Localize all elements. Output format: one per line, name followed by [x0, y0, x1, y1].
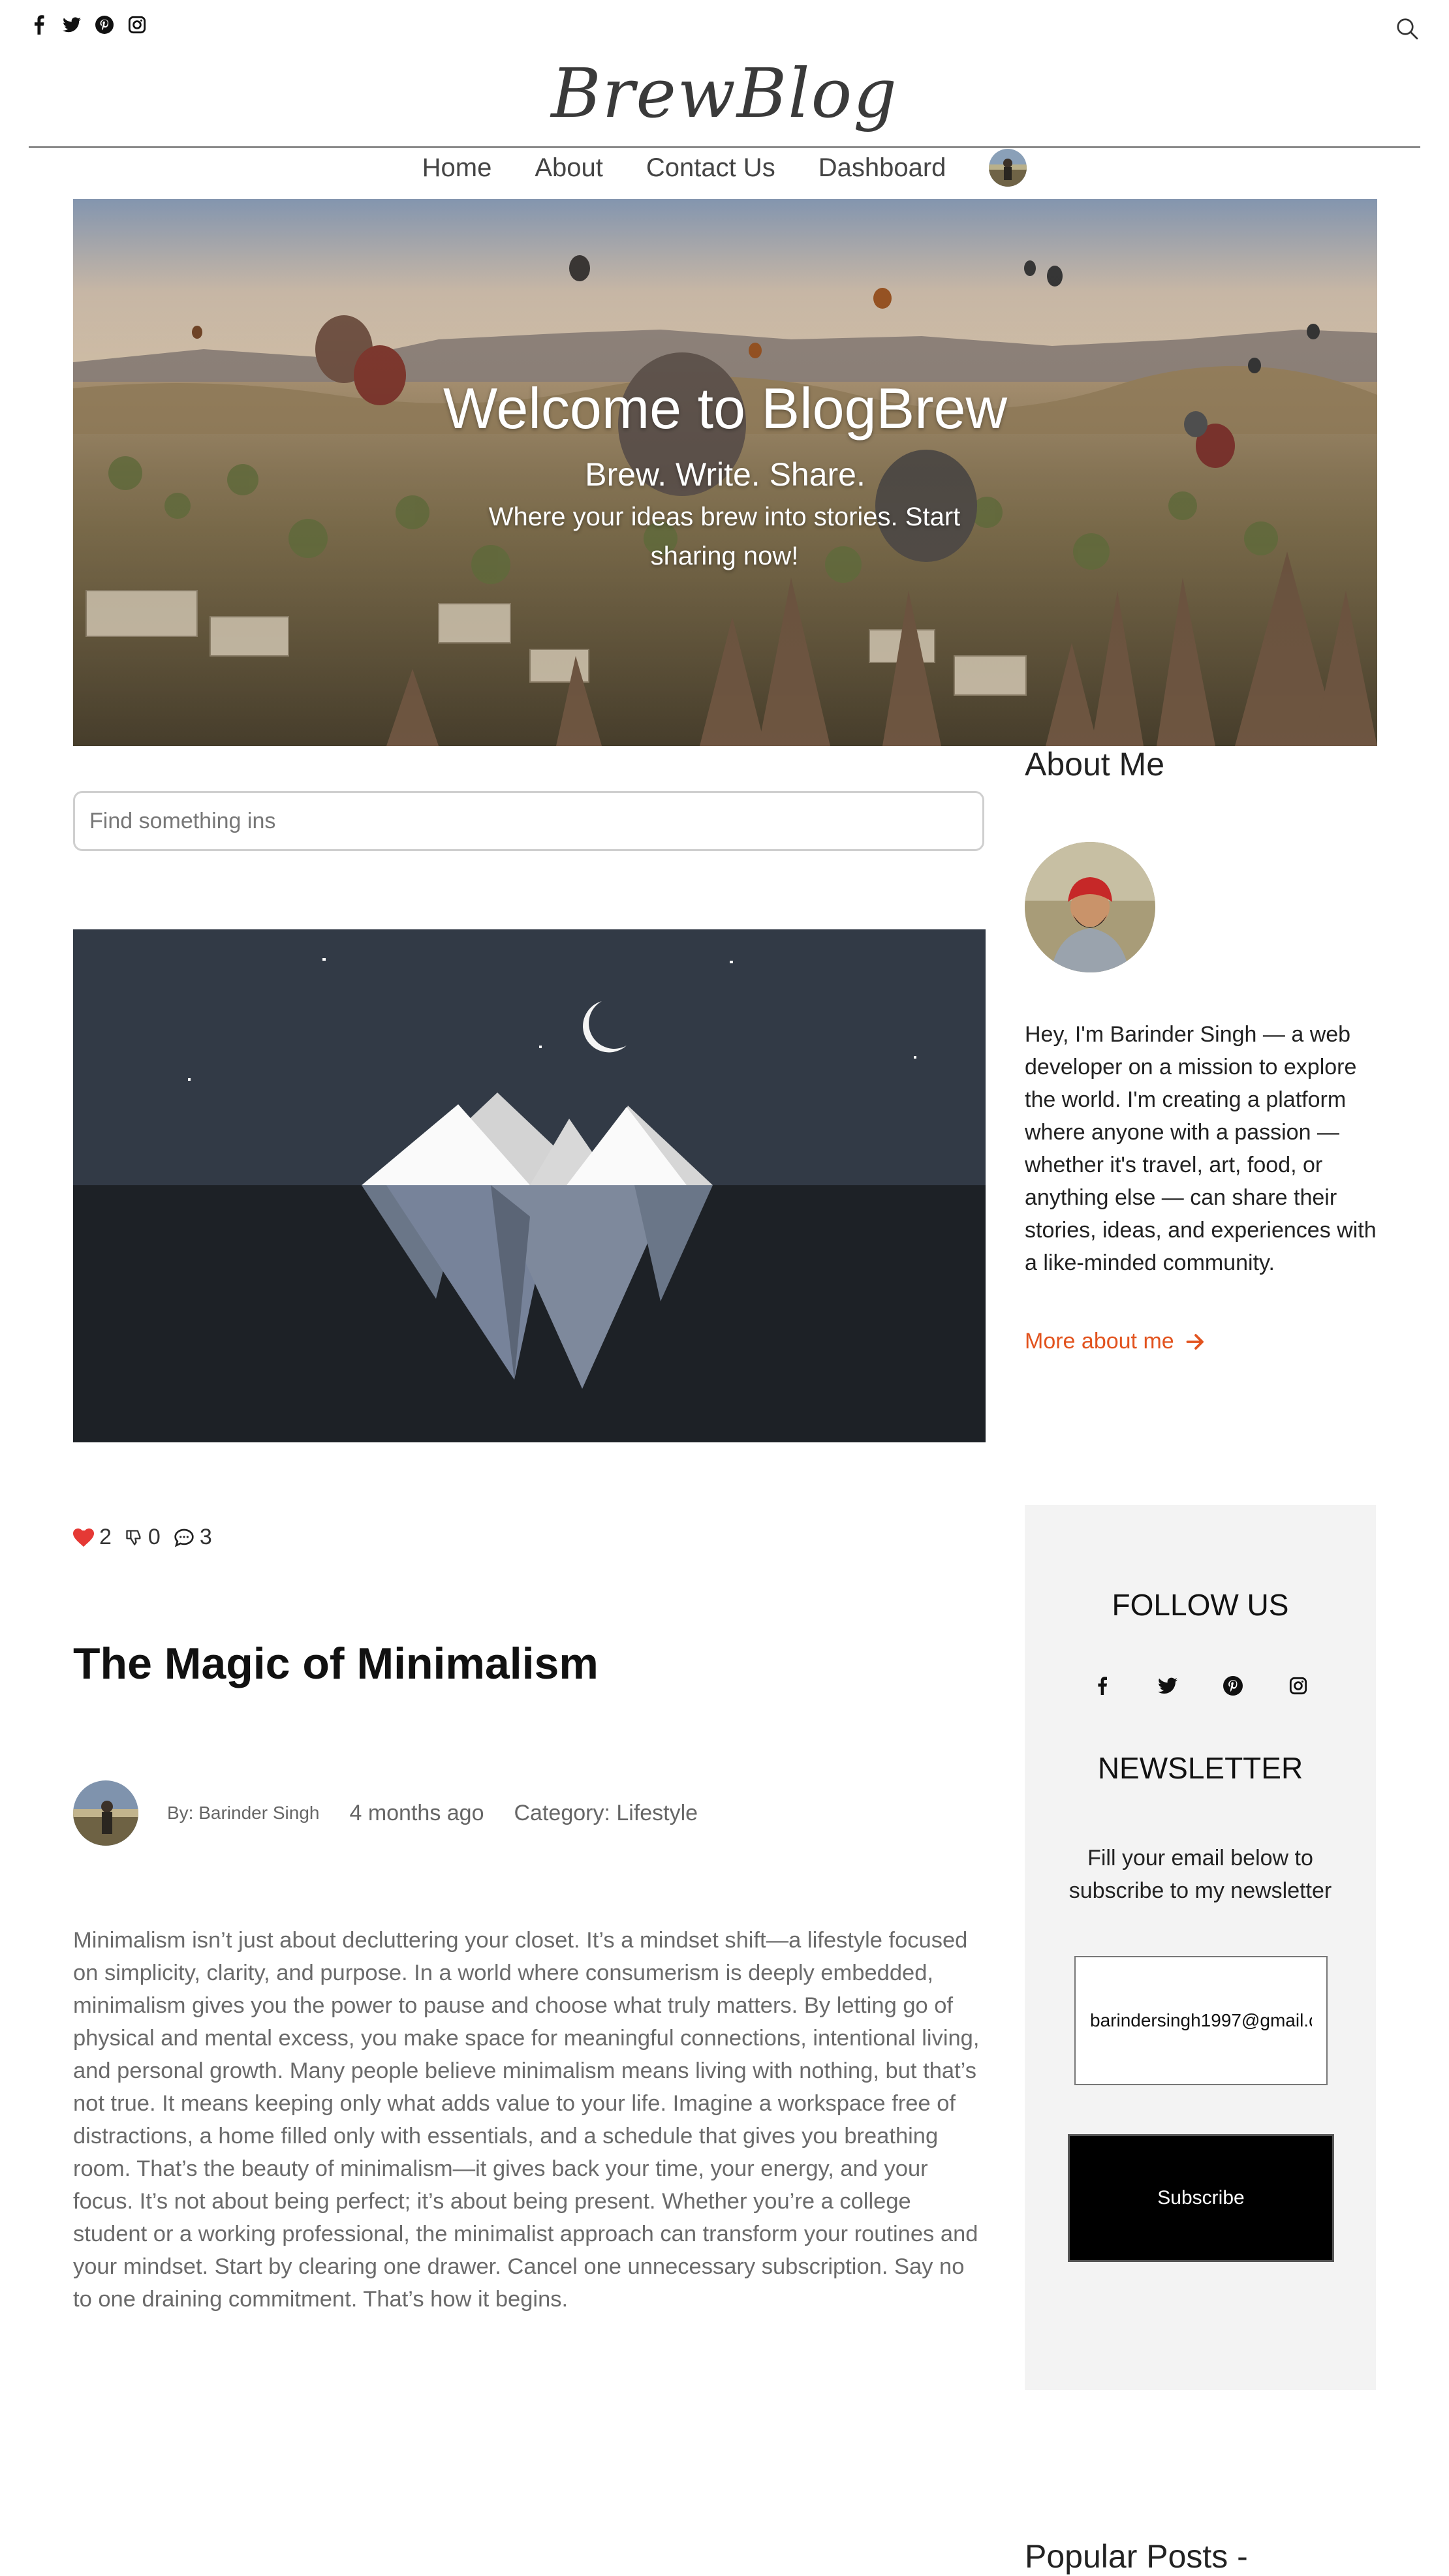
post-reactions: 2 0 3: [73, 1525, 212, 1550]
comment-count: 3: [199, 1525, 212, 1549]
about-me-title: About Me: [1025, 746, 1165, 783]
popular-posts-title: Popular Posts -: [1025, 2538, 1248, 2575]
thumbs-down-icon: [126, 1529, 141, 1545]
instagram-icon[interactable]: [128, 14, 146, 35]
nav-item-contact-us[interactable]: Contact Us: [646, 153, 775, 183]
comment-button[interactable]: 3: [174, 1525, 212, 1550]
post-meta: By: Barinder Singh 4 months ago Category…: [73, 1779, 698, 1847]
nav-item-home[interactable]: Home: [422, 153, 492, 183]
post-category[interactable]: Category: Lifestyle: [514, 1801, 698, 1826]
header-social-icons: [30, 14, 146, 35]
nav-item-dashboard[interactable]: Dashboard: [818, 153, 946, 183]
nav-item-about[interactable]: About: [535, 153, 603, 183]
facebook-icon[interactable]: [30, 14, 48, 35]
post-author[interactable]: By: Barinder Singh: [167, 1803, 319, 1823]
hero-subtitle: Brew. Write. Share.: [585, 456, 865, 493]
dislike-count: 0: [148, 1525, 161, 1549]
follow-social-icons: [1025, 1675, 1376, 1697]
search-input[interactable]: [73, 791, 984, 851]
post-body: Minimalism isn’t just about decluttering…: [73, 1928, 980, 2312]
hero-title: Welcome to BlogBrew: [443, 376, 1008, 441]
facebook-icon[interactable]: [1091, 1675, 1114, 1697]
newsletter-title: NEWSLETTER: [1097, 1751, 1303, 1785]
site-logo[interactable]: BrewBlog: [0, 54, 1449, 133]
more-about-me-label: More about me: [1025, 1329, 1174, 1354]
post-time: 4 months ago: [349, 1800, 484, 1825]
twitter-icon[interactable]: [63, 14, 81, 35]
pinterest-icon[interactable]: [1222, 1675, 1244, 1697]
newsletter-description: Fill your email below to subscribe to my…: [1068, 1846, 1332, 1903]
like-count: 2: [99, 1525, 112, 1549]
heart-icon: [73, 1528, 94, 1547]
main-nav: Home About Contact Us Dashboard: [0, 147, 1449, 188]
about-avatar: [1025, 842, 1155, 972]
more-about-me-link[interactable]: More about me: [1025, 1329, 1206, 1354]
arrow-right-icon: [1186, 1333, 1204, 1350]
twitter-icon[interactable]: [1157, 1675, 1179, 1697]
author-avatar: [73, 1780, 138, 1846]
post-title[interactable]: The Magic of Minimalism: [73, 1638, 599, 1689]
search-icon[interactable]: [1395, 17, 1419, 40]
follow-us-title: FOLLOW US: [1112, 1588, 1289, 1622]
instagram-icon[interactable]: [1287, 1675, 1309, 1697]
post-featured-image[interactable]: [73, 929, 986, 1442]
dislike-button[interactable]: 0: [125, 1525, 161, 1550]
newsletter-email-input[interactable]: [1074, 1956, 1328, 2085]
comment-icon: [174, 1529, 194, 1547]
like-button[interactable]: 2: [73, 1525, 112, 1550]
about-me-text: Hey, I'm Barinder Singh — a web develope…: [1025, 1022, 1377, 1275]
pinterest-icon[interactable]: [95, 14, 114, 35]
hero-description: Where your ideas brew into stories. Star…: [488, 503, 961, 570]
subscribe-button[interactable]: Subscribe: [1068, 2134, 1334, 2262]
nav-user-avatar[interactable]: [989, 149, 1027, 187]
